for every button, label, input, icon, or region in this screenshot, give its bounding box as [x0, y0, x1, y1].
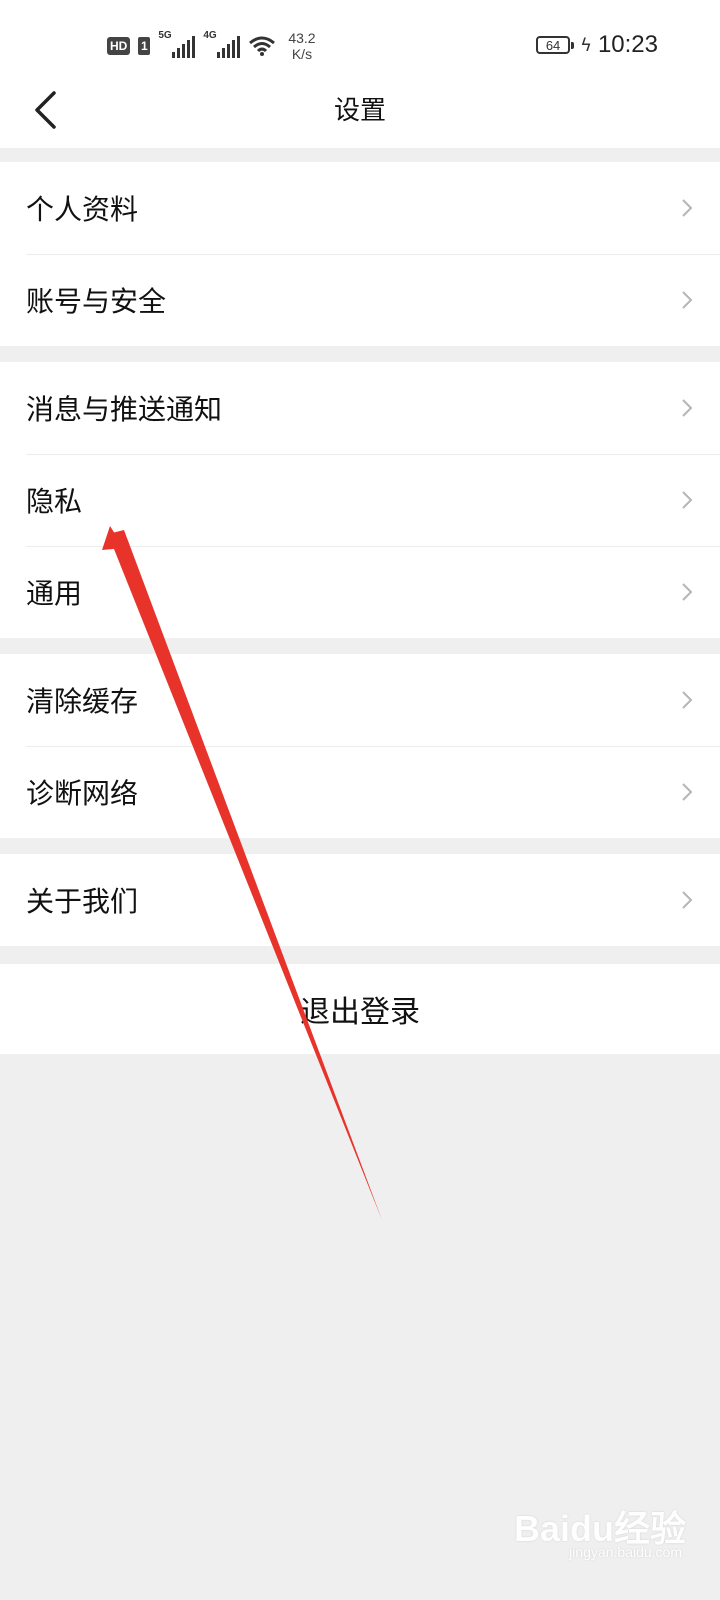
chevron-right-icon	[682, 399, 693, 417]
signal-4g: 4G	[203, 30, 241, 58]
chevron-right-icon	[682, 691, 693, 709]
page-title: 设置	[333, 96, 386, 126]
battery-icon: 64	[536, 36, 575, 54]
status-bar: HD 1 5G 4G 43.2 K/s 64 ϟ 10:23	[0, 0, 720, 90]
status-left: HD 1 5G 4G 43.2 K/s	[107, 28, 316, 64]
settings-item-profile[interactable]: 个人资料	[0, 162, 720, 254]
settings-item-general[interactable]: 通用	[0, 546, 720, 638]
network-type-4g: 4G	[203, 30, 217, 41]
settings-item-diagnose-network[interactable]: 诊断网络	[0, 746, 720, 838]
settings-item-label: 账号与安全	[26, 285, 167, 318]
signal-5g: 5G	[158, 30, 196, 58]
settings-item-label: 通用	[26, 577, 83, 610]
baidu-watermark: Baidu经验 jingyan.baidu.com	[506, 1500, 686, 1570]
network-speed: 43.2 K/s	[288, 30, 315, 62]
chevron-right-icon	[682, 199, 693, 217]
signal-icon	[172, 36, 196, 58]
chevron-right-icon	[682, 491, 693, 509]
settings-item-clear-cache[interactable]: 清除缓存	[0, 654, 720, 746]
logout-button[interactable]: 退出登录	[0, 964, 720, 1054]
chevron-right-icon	[682, 891, 693, 909]
hd-icon: HD	[107, 37, 131, 55]
charging-icon: ϟ	[580, 34, 592, 56]
settings-group-general: 消息与推送通知 隐私 通用	[0, 362, 720, 638]
settings-item-label: 个人资料	[26, 193, 139, 226]
wifi-icon	[249, 36, 276, 56]
settings-item-notifications[interactable]: 消息与推送通知	[0, 362, 720, 454]
nav-header: 设置	[0, 90, 720, 148]
watermark-url: jingyan.baidu.com	[569, 1544, 682, 1560]
status-right: 64 ϟ 10:23	[536, 30, 658, 60]
settings-group-about: 关于我们	[0, 854, 720, 946]
network-type-5g: 5G	[158, 30, 172, 41]
settings-item-privacy[interactable]: 隐私	[0, 454, 720, 546]
settings-item-label: 关于我们	[26, 885, 139, 918]
settings-group-account: 个人资料 账号与安全	[0, 162, 720, 346]
logout-label: 退出登录	[300, 995, 420, 1030]
chevron-right-icon	[682, 783, 693, 801]
battery-level: 64	[545, 37, 561, 53]
chevron-right-icon	[682, 291, 693, 309]
speed-unit: K/s	[291, 46, 313, 62]
settings-item-label: 消息与推送通知	[26, 393, 223, 426]
settings-item-label: 诊断网络	[26, 777, 139, 810]
settings-item-label: 清除缓存	[26, 685, 139, 718]
clock: 10:23	[597, 31, 658, 58]
settings-group-tools: 清除缓存 诊断网络	[0, 654, 720, 838]
settings-item-label: 隐私	[26, 485, 83, 518]
settings-item-account-security[interactable]: 账号与安全	[0, 254, 720, 346]
speed-value: 43.2	[288, 30, 316, 46]
signal-icon	[217, 36, 241, 58]
chevron-right-icon	[682, 583, 693, 601]
settings-item-about-us[interactable]: 关于我们	[0, 854, 720, 946]
sim-number: 1	[138, 37, 151, 55]
